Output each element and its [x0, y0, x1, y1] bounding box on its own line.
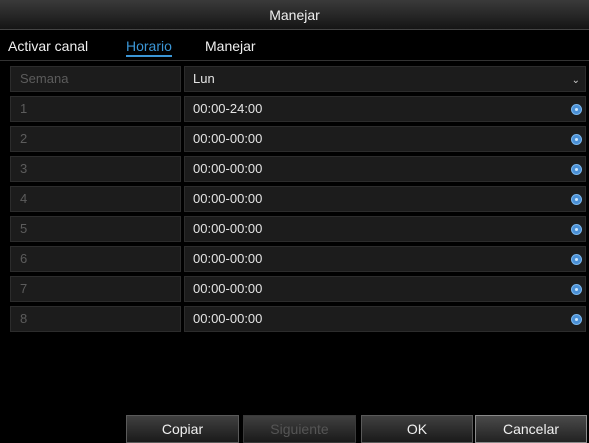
period-label: 7	[10, 276, 181, 302]
period-label: 5	[10, 216, 181, 242]
period-time-field[interactable]: 00:00-00:00	[184, 276, 586, 302]
clock-icon[interactable]	[571, 284, 582, 295]
period-label: 6	[10, 246, 181, 272]
period-time-value: 00:00-00:00	[193, 251, 263, 266]
tab-activar-canal[interactable]: Activar canal	[8, 38, 88, 54]
week-select-value: Lun	[193, 71, 215, 86]
period-time-value: 00:00-00:00	[193, 311, 263, 326]
period-row: 1 00:00-24:00	[10, 96, 586, 124]
period-label: 2	[10, 126, 181, 152]
cancel-button[interactable]: Cancelar	[475, 415, 587, 443]
chevron-down-icon[interactable]: ⌄	[572, 69, 580, 93]
ok-button[interactable]: OK	[361, 415, 473, 443]
period-time-value: 00:00-00:00	[193, 191, 263, 206]
period-label: 3	[10, 156, 181, 182]
next-button[interactable]: Siguiente	[243, 415, 356, 443]
week-select[interactable]: Lun ⌄	[184, 66, 586, 92]
tab-horario[interactable]: Horario	[126, 38, 172, 57]
week-label: Semana	[10, 66, 181, 92]
copy-button[interactable]: Copiar	[126, 415, 239, 443]
period-time-value: 00:00-00:00	[193, 221, 263, 236]
period-row: 3 00:00-00:00	[10, 156, 586, 184]
period-time-field[interactable]: 00:00-24:00	[184, 96, 586, 122]
period-time-value: 00:00-24:00	[193, 101, 263, 116]
period-label: 8	[10, 306, 181, 332]
tab-bar: Activar canal Horario Manejar	[0, 32, 589, 60]
period-time-field[interactable]: 00:00-00:00	[184, 126, 586, 152]
period-label: 4	[10, 186, 181, 212]
period-time-value: 00:00-00:00	[193, 131, 263, 146]
clock-icon[interactable]	[571, 104, 582, 115]
period-row: 4 00:00-00:00	[10, 186, 586, 214]
period-label: 1	[10, 96, 181, 122]
period-row: 5 00:00-00:00	[10, 216, 586, 244]
period-time-field[interactable]: 00:00-00:00	[184, 246, 586, 272]
period-time-value: 00:00-00:00	[193, 281, 263, 296]
clock-icon[interactable]	[571, 164, 582, 175]
tab-manejar[interactable]: Manejar	[205, 38, 256, 54]
period-time-field[interactable]: 00:00-00:00	[184, 306, 586, 332]
period-row: 2 00:00-00:00	[10, 126, 586, 154]
schedule-grid: Semana Lun ⌄ 1 00:00-24:00 2 00:00-00:00…	[10, 66, 586, 336]
clock-icon[interactable]	[571, 254, 582, 265]
header-divider	[0, 60, 589, 61]
period-row: 7 00:00-00:00	[10, 276, 586, 304]
week-row: Semana Lun ⌄	[10, 66, 586, 94]
clock-icon[interactable]	[571, 194, 582, 205]
period-row: 8 00:00-00:00	[10, 306, 586, 334]
period-time-field[interactable]: 00:00-00:00	[184, 216, 586, 242]
period-time-value: 00:00-00:00	[193, 161, 263, 176]
clock-icon[interactable]	[571, 134, 582, 145]
clock-icon[interactable]	[571, 314, 582, 325]
period-row: 6 00:00-00:00	[10, 246, 586, 274]
period-time-field[interactable]: 00:00-00:00	[184, 156, 586, 182]
clock-icon[interactable]	[571, 224, 582, 235]
window-title: Manejar	[0, 0, 589, 30]
period-time-field[interactable]: 00:00-00:00	[184, 186, 586, 212]
